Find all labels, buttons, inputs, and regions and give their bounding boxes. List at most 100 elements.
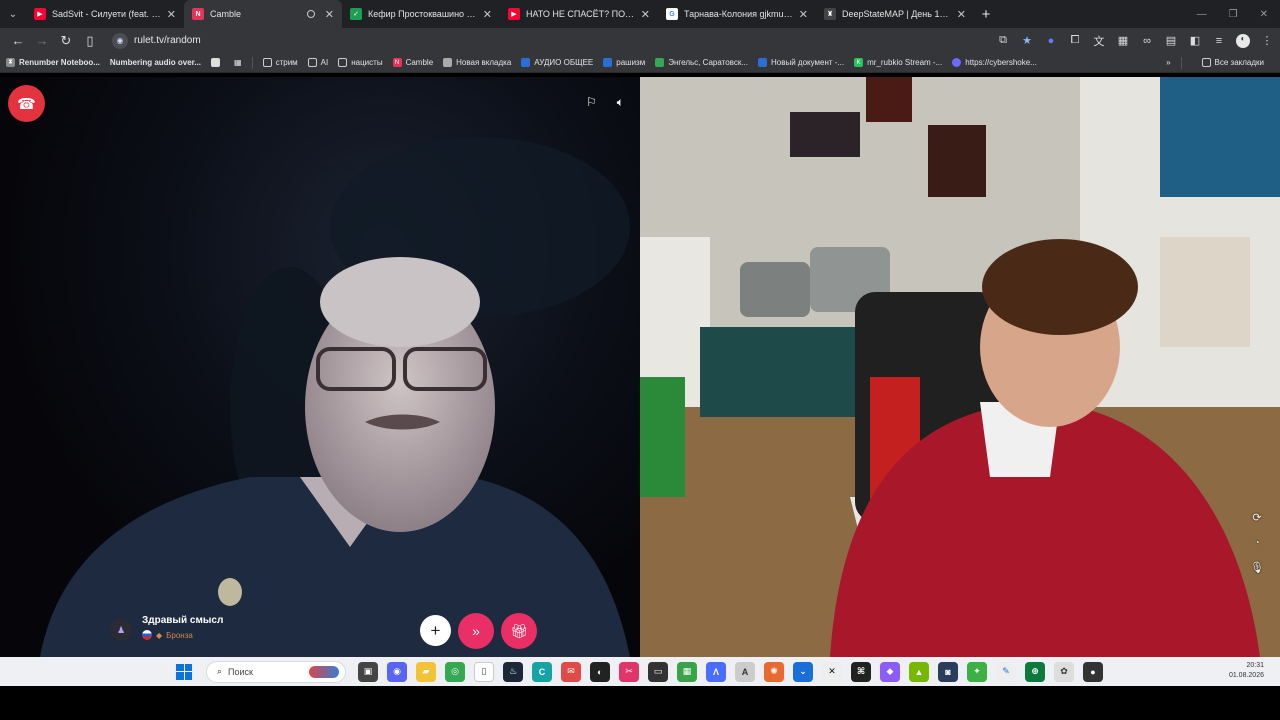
close-window-icon[interactable]: ✕ — [1260, 9, 1268, 20]
close-icon[interactable]: ✕ — [641, 8, 650, 21]
paint-icon[interactable]: ✎ — [996, 661, 1016, 682]
skip-forward-icon: » — [472, 623, 480, 639]
download-icon[interactable]: ⌄ — [793, 661, 813, 682]
tab-2[interactable]: N Camble ✕ — [184, 0, 342, 28]
report-flag-icon[interactable]: ⚐ — [586, 95, 597, 110]
site-info-icon[interactable]: ◉ — [112, 32, 128, 49]
tab-3[interactable]: ✓ Кефир Простоквашино 2,5%, 930 ✕ — [342, 0, 500, 28]
bookmark-folder[interactable]: стрим — [262, 58, 298, 67]
gift-icon: 🎁︎ — [510, 622, 528, 639]
all-bookmarks-folder[interactable]: Все закладки — [1201, 58, 1264, 67]
obs-icon[interactable]: ◐ — [590, 661, 610, 682]
flip-camera-icon[interactable]: ⟳ — [1252, 511, 1261, 524]
side-panel-icon[interactable]: ◧ — [1188, 34, 1202, 47]
bookmark-item[interactable]: ⧗ Renumber Noteboo... — [6, 58, 100, 67]
remote-video-frame — [40, 137, 630, 657]
game-launcher-icon[interactable]: ◙ — [938, 661, 958, 682]
tab-5[interactable]: G Тарнава-Колония gjkmuf - Поиск ✕ — [658, 0, 816, 28]
add-friend-button[interactable]: + — [420, 615, 451, 646]
bookmark-star-icon[interactable]: ★ — [1020, 34, 1034, 47]
forward-arrow-icon[interactable]: → — [30, 33, 54, 48]
install-app-icon[interactable]: ⧉ — [996, 34, 1010, 47]
address-bar[interactable]: ◉ rulet.tv/random — [108, 30, 928, 51]
minimize-icon[interactable]: — — [1197, 9, 1207, 20]
extensions-icon[interactable]: ⧠ — [1068, 34, 1082, 47]
close-icon[interactable]: ✕ — [483, 8, 492, 21]
lime-app-icon[interactable]: ✦ — [967, 661, 987, 682]
new-tab-button[interactable]: + — [974, 6, 998, 23]
bookmark-item[interactable]: рашизм — [603, 58, 645, 67]
link-icon[interactable]: ∞ — [1140, 35, 1154, 47]
messenger-icon[interactable]: ✉ — [561, 661, 581, 682]
cursor-app-icon[interactable]: C — [532, 661, 552, 682]
bookmark-item[interactable]: Новый документ -... — [757, 58, 844, 67]
apps-grid-icon[interactable]: ▦ — [1116, 34, 1130, 47]
close-icon[interactable]: ✕ — [799, 8, 808, 21]
steam-icon[interactable]: ♨ — [503, 661, 523, 682]
timer-icon[interactable]: ◔ — [1255, 538, 1260, 547]
avatar: ♟ — [110, 619, 132, 641]
gem-icon[interactable]: ◆ — [880, 661, 900, 682]
recording-app-icon[interactable]: ● — [1083, 661, 1103, 682]
vpn-extension-icon[interactable]: ● — [1044, 35, 1058, 47]
back-arrow-icon[interactable]: ← — [6, 33, 30, 48]
arc-browser-icon[interactable]: Λ — [706, 661, 726, 682]
geforce-icon[interactable]: ▲ — [909, 661, 929, 682]
bookmark-item[interactable] — [211, 58, 224, 67]
terminal-icon[interactable]: ▭ — [648, 661, 668, 682]
close-icon[interactable]: ✕ — [167, 8, 176, 21]
menu-kebab-icon[interactable]: ⋮ — [1260, 34, 1274, 47]
partner-info[interactable]: ♟ Здравый смысл ◆ Бронза — [110, 615, 223, 641]
restore-icon[interactable]: ❐ — [1229, 9, 1238, 20]
bookmark-apps[interactable]: ▦ — [234, 58, 242, 67]
next-partner-button[interactable]: » — [458, 613, 494, 649]
tab-6[interactable]: ♜ DeepStateMAP | День 1620 | Мапа ✕ — [816, 0, 974, 28]
microphone-icon[interactable]: 🎙︎ — [1250, 561, 1264, 574]
tab-1[interactable]: ▶ SadSvit - Силуети (feat. СТРУКТУРА) ✕ — [26, 0, 184, 28]
tab-4[interactable]: ▶ НАТО НЕ СПАСЁТ? ПОЧЕМУ ПУТИН ✕ — [500, 0, 658, 28]
bookmark-item[interactable]: Энгельс, Саратовск... — [655, 58, 748, 67]
globe-icon[interactable]: ⊕ — [1025, 661, 1045, 682]
send-gift-button[interactable]: 🎁︎ — [501, 613, 537, 649]
chevron-double-right-icon[interactable]: » — [1166, 58, 1170, 67]
settings-app-icon[interactable]: ✿ — [1054, 661, 1074, 682]
local-video-controls: ⟳ ◔ 🎙︎ — [1250, 511, 1264, 574]
capcut-black-icon[interactable]: ✕ — [822, 661, 842, 682]
reload-icon[interactable]: ↻ — [54, 33, 78, 49]
nvidia-icon[interactable]: ▦ — [677, 661, 697, 682]
speaker-icon[interactable]: 🔈︎ — [617, 95, 624, 110]
end-call-button[interactable]: ☎ — [8, 85, 45, 122]
taskbar-search[interactable]: ⌕ Поиск — [206, 660, 346, 683]
capcut-icon[interactable]: ✂ — [619, 661, 639, 682]
tab-groups-icon[interactable]: ▤ — [1164, 34, 1178, 47]
map-pin-icon — [655, 58, 665, 67]
discord-icon[interactable]: ◉ — [387, 661, 407, 682]
bookmark-item[interactable]: АУДИО ОБЩЕЕ — [521, 58, 593, 67]
tab-search-chevron-icon[interactable]: ⌄ — [0, 0, 26, 28]
bronze-rank-icon: ◆ — [156, 630, 163, 640]
system-clock[interactable]: 20:31 01.08.2026 — [1229, 661, 1264, 681]
phone-hangup-icon: ☎ — [17, 95, 36, 113]
bookmark-item[interactable]: N Camble — [392, 58, 433, 67]
task-view-icon[interactable]: ▣ — [358, 661, 378, 682]
windows-start-icon[interactable] — [176, 663, 192, 680]
notepad-icon[interactable]: ▯ — [474, 661, 494, 682]
close-icon[interactable]: ✕ — [957, 8, 966, 21]
translate-icon[interactable]: 文 — [1092, 33, 1106, 49]
chrome-icon[interactable]: ◎ — [445, 661, 465, 682]
typography-app-icon[interactable]: A — [735, 661, 755, 682]
bookmark-folder[interactable]: нацисты — [338, 58, 383, 67]
bookmark-item[interactable]: Numbering audio over... — [110, 58, 201, 67]
profile-avatar-icon[interactable]: ◐ — [1236, 33, 1250, 48]
file-explorer-icon[interactable]: ▰ — [416, 661, 436, 682]
sidebar-icon[interactable]: ▯ — [78, 33, 102, 49]
folder-icon — [262, 58, 272, 67]
bookmark-item[interactable]: Новая вкладка — [443, 58, 511, 67]
bookmark-item[interactable]: https://cybershoke... — [952, 58, 1037, 67]
bookmark-item[interactable]: Kmr_rubkio Stream -... — [854, 58, 942, 67]
chatgpt-icon[interactable]: ⌘ — [851, 661, 871, 682]
bookmark-folder[interactable]: AI — [307, 58, 328, 67]
claude-icon[interactable]: ✺ — [764, 661, 784, 682]
close-icon[interactable]: ✕ — [325, 8, 334, 21]
reading-list-icon[interactable]: ≡ — [1212, 35, 1226, 47]
